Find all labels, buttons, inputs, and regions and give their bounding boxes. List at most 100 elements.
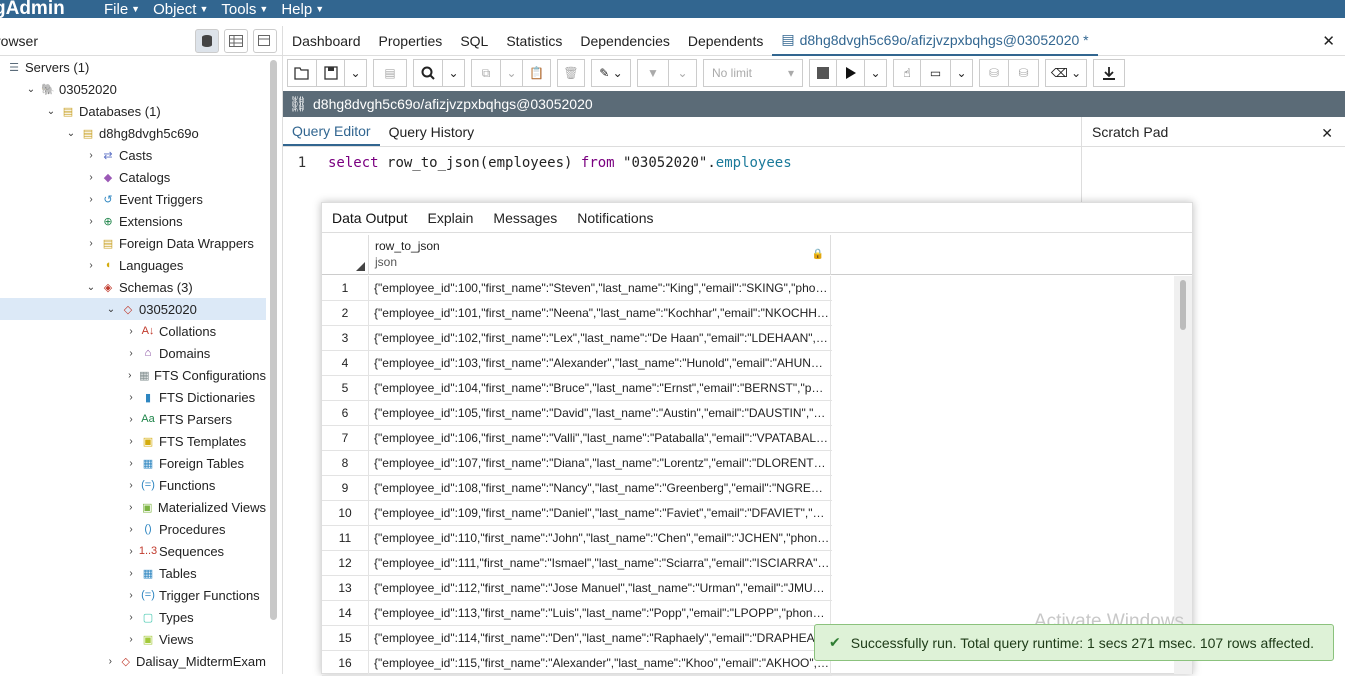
grid-scrollbar-thumb[interactable] [1180,280,1186,330]
row-json-value[interactable]: {"employee_id":107,"first_name":"Diana",… [369,450,831,476]
table-row[interactable]: 16 {"employee_id":115,"first_name":"Alexa… [322,650,832,676]
row-number[interactable]: 8 [322,450,369,476]
execute-dropdown-chevron-icon[interactable]: ⌄ [865,59,887,87]
search-icon[interactable] [413,59,443,87]
collapse-chevron-icon[interactable]: ⌄ [104,304,118,315]
menu-object[interactable]: Object ▼ [150,1,211,18]
row-json-value[interactable]: {"employee_id":104,"first_name":"Bruce",… [369,375,831,401]
close-icon[interactable]: ✕ [1321,125,1333,142]
tree-item[interactable]: › ▦ Foreign Tables [0,452,266,474]
stop-icon[interactable] [809,59,837,87]
filter-dropdown-chevron-icon[interactable]: ⌄ [669,59,697,87]
tree-item[interactable]: › ⌂ Domains [0,342,266,364]
connection-label[interactable]: d8hg8dvgh5c69o/afizjvzpxbqhgs@03052020 [313,96,593,112]
tree-item[interactable]: › ◆ Catalogs [0,166,266,188]
close-icon[interactable]: ✕ [1322,32,1335,50]
explain-icon[interactable]: ☝ [893,59,921,87]
expand-chevron-icon[interactable]: › [84,150,98,161]
collapse-chevron-icon[interactable]: ⌄ [24,84,38,95]
tab-query-history[interactable]: Query History [380,117,484,146]
table-row[interactable]: 3 {"employee_id":102,"first_name":"Lex","… [322,325,832,351]
expand-chevron-icon[interactable]: › [124,392,138,403]
expand-chevron-icon[interactable]: › [124,524,138,535]
tree-item[interactable]: › ▤ Foreign Data Wrappers [0,232,266,254]
database-query-icon[interactable] [195,28,219,53]
table-row[interactable]: 9 {"employee_id":108,"first_name":"Nancy"… [322,475,832,501]
row-json-value[interactable]: {"employee_id":102,"first_name":"Lex","l… [369,325,831,351]
tree-item[interactable]: › ◖ Languages [0,254,266,276]
tree-item[interactable]: › ▣ FTS Templates [0,430,266,452]
tree-item[interactable]: › A↓ Collations [0,320,266,342]
delete-icon[interactable]: 🗑 [557,59,585,87]
tree-item[interactable]: › 1..3 Sequences [0,540,266,562]
tab-messages[interactable]: Messages [483,210,567,226]
expand-chevron-icon[interactable]: › [124,502,137,513]
tree-item[interactable]: ⌄ ◈ Schemas (3) [0,276,266,298]
expand-chevron-icon[interactable]: › [84,238,98,249]
expand-chevron-icon[interactable]: › [84,194,98,205]
menu-help[interactable]: Help ▼ [278,1,327,18]
expand-chevron-icon[interactable]: › [124,326,138,337]
expand-chevron-icon[interactable]: › [124,480,138,491]
row-number[interactable]: 5 [322,375,369,401]
collapse-chevron-icon[interactable]: ⌄ [84,282,98,293]
expand-chevron-icon[interactable]: › [84,216,98,227]
table-row[interactable]: 4 {"employee_id":103,"first_name":"Alexan… [322,350,832,376]
row-json-value[interactable]: {"employee_id":114,"first_name":"Den","l… [369,625,831,651]
tree-item[interactable]: ⌄ ◇ 03052020 [0,298,266,320]
find-replace-grid-icon[interactable]: ▤ [373,59,407,87]
open-file-icon[interactable] [287,59,317,87]
column-header[interactable]: row_to_json json 🔒 [369,235,831,275]
row-json-value[interactable]: {"employee_id":112,"first_name":"Jose Ma… [369,575,831,601]
expand-chevron-icon[interactable]: › [124,370,136,381]
clear-icon[interactable]: ⌫ ⌄ [1045,59,1087,87]
filter-icon[interactable]: ▼ [637,59,669,87]
tab-data-output[interactable]: Data Output [322,210,418,226]
browser-scrollbar[interactable] [270,60,277,620]
tree-item[interactable]: ⌄ 🐘 03052020 [0,78,266,100]
row-json-value[interactable]: {"employee_id":111,"first_name":"Ismael"… [369,550,831,576]
tree-item[interactable]: › ▢ Types [0,606,266,628]
row-number[interactable]: 15 [322,625,369,651]
expand-chevron-icon[interactable]: › [84,172,98,183]
tab-properties[interactable]: Properties [370,26,452,56]
row-limit-select[interactable]: No limit ▾ [703,59,803,87]
row-json-value[interactable]: {"employee_id":109,"first_name":"Daniel"… [369,500,831,526]
tree-item[interactable]: › ▦ Tables [0,562,266,584]
expand-chevron-icon[interactable]: › [124,568,138,579]
tab-explain[interactable]: Explain [418,210,484,226]
collapse-chevron-icon[interactable]: ⌄ [64,128,78,139]
tree-item[interactable]: › ⇄ Casts [0,144,266,166]
tab-dashboard[interactable]: Dashboard [283,26,370,56]
table-row[interactable]: 14 {"employee_id":113,"first_name":"Luis"… [322,600,832,626]
row-number[interactable]: 12 [322,550,369,576]
select-all-corner[interactable] [322,235,369,275]
tree-item[interactable]: › ▣ Views [0,628,266,650]
row-number[interactable]: 3 [322,325,369,351]
expand-chevron-icon[interactable]: › [104,656,117,667]
row-number[interactable]: 16 [322,650,369,676]
row-number[interactable]: 2 [322,300,369,326]
row-json-value[interactable]: {"employee_id":115,"first_name":"Alexand… [369,650,831,676]
success-toast[interactable]: ✔ Successfully run. Total query runtime:… [814,624,1334,661]
expand-chevron-icon[interactable]: › [124,590,138,601]
row-number[interactable]: 7 [322,425,369,451]
tree-item[interactable]: › () Procedures [0,518,266,540]
tree-item[interactable]: › ▮ FTS Dictionaries [0,386,266,408]
tab-dependents[interactable]: Dependents [679,26,773,56]
row-number[interactable]: 4 [322,350,369,376]
row-number[interactable]: 11 [322,525,369,551]
tree-item[interactable]: ⌄ ▤ Databases (1) [0,100,266,122]
tab-dependencies[interactable]: Dependencies [571,26,679,56]
menu-file[interactable]: File ▼ [101,1,143,18]
table-view-icon[interactable] [224,28,248,53]
execute-icon[interactable] [837,59,865,87]
download-icon[interactable] [1093,59,1125,87]
row-json-value[interactable]: {"employee_id":101,"first_name":"Neena",… [369,300,831,326]
table-row[interactable]: 12 {"employee_id":111,"first_name":"Ismae… [322,550,832,576]
table-row[interactable]: 11 {"employee_id":110,"first_name":"John"… [322,525,832,551]
expand-chevron-icon[interactable]: › [84,260,98,271]
row-number[interactable]: 10 [322,500,369,526]
tree-item[interactable]: › ↺ Event Triggers [0,188,266,210]
tab-query-editor[interactable]: Query Editor [283,117,380,146]
